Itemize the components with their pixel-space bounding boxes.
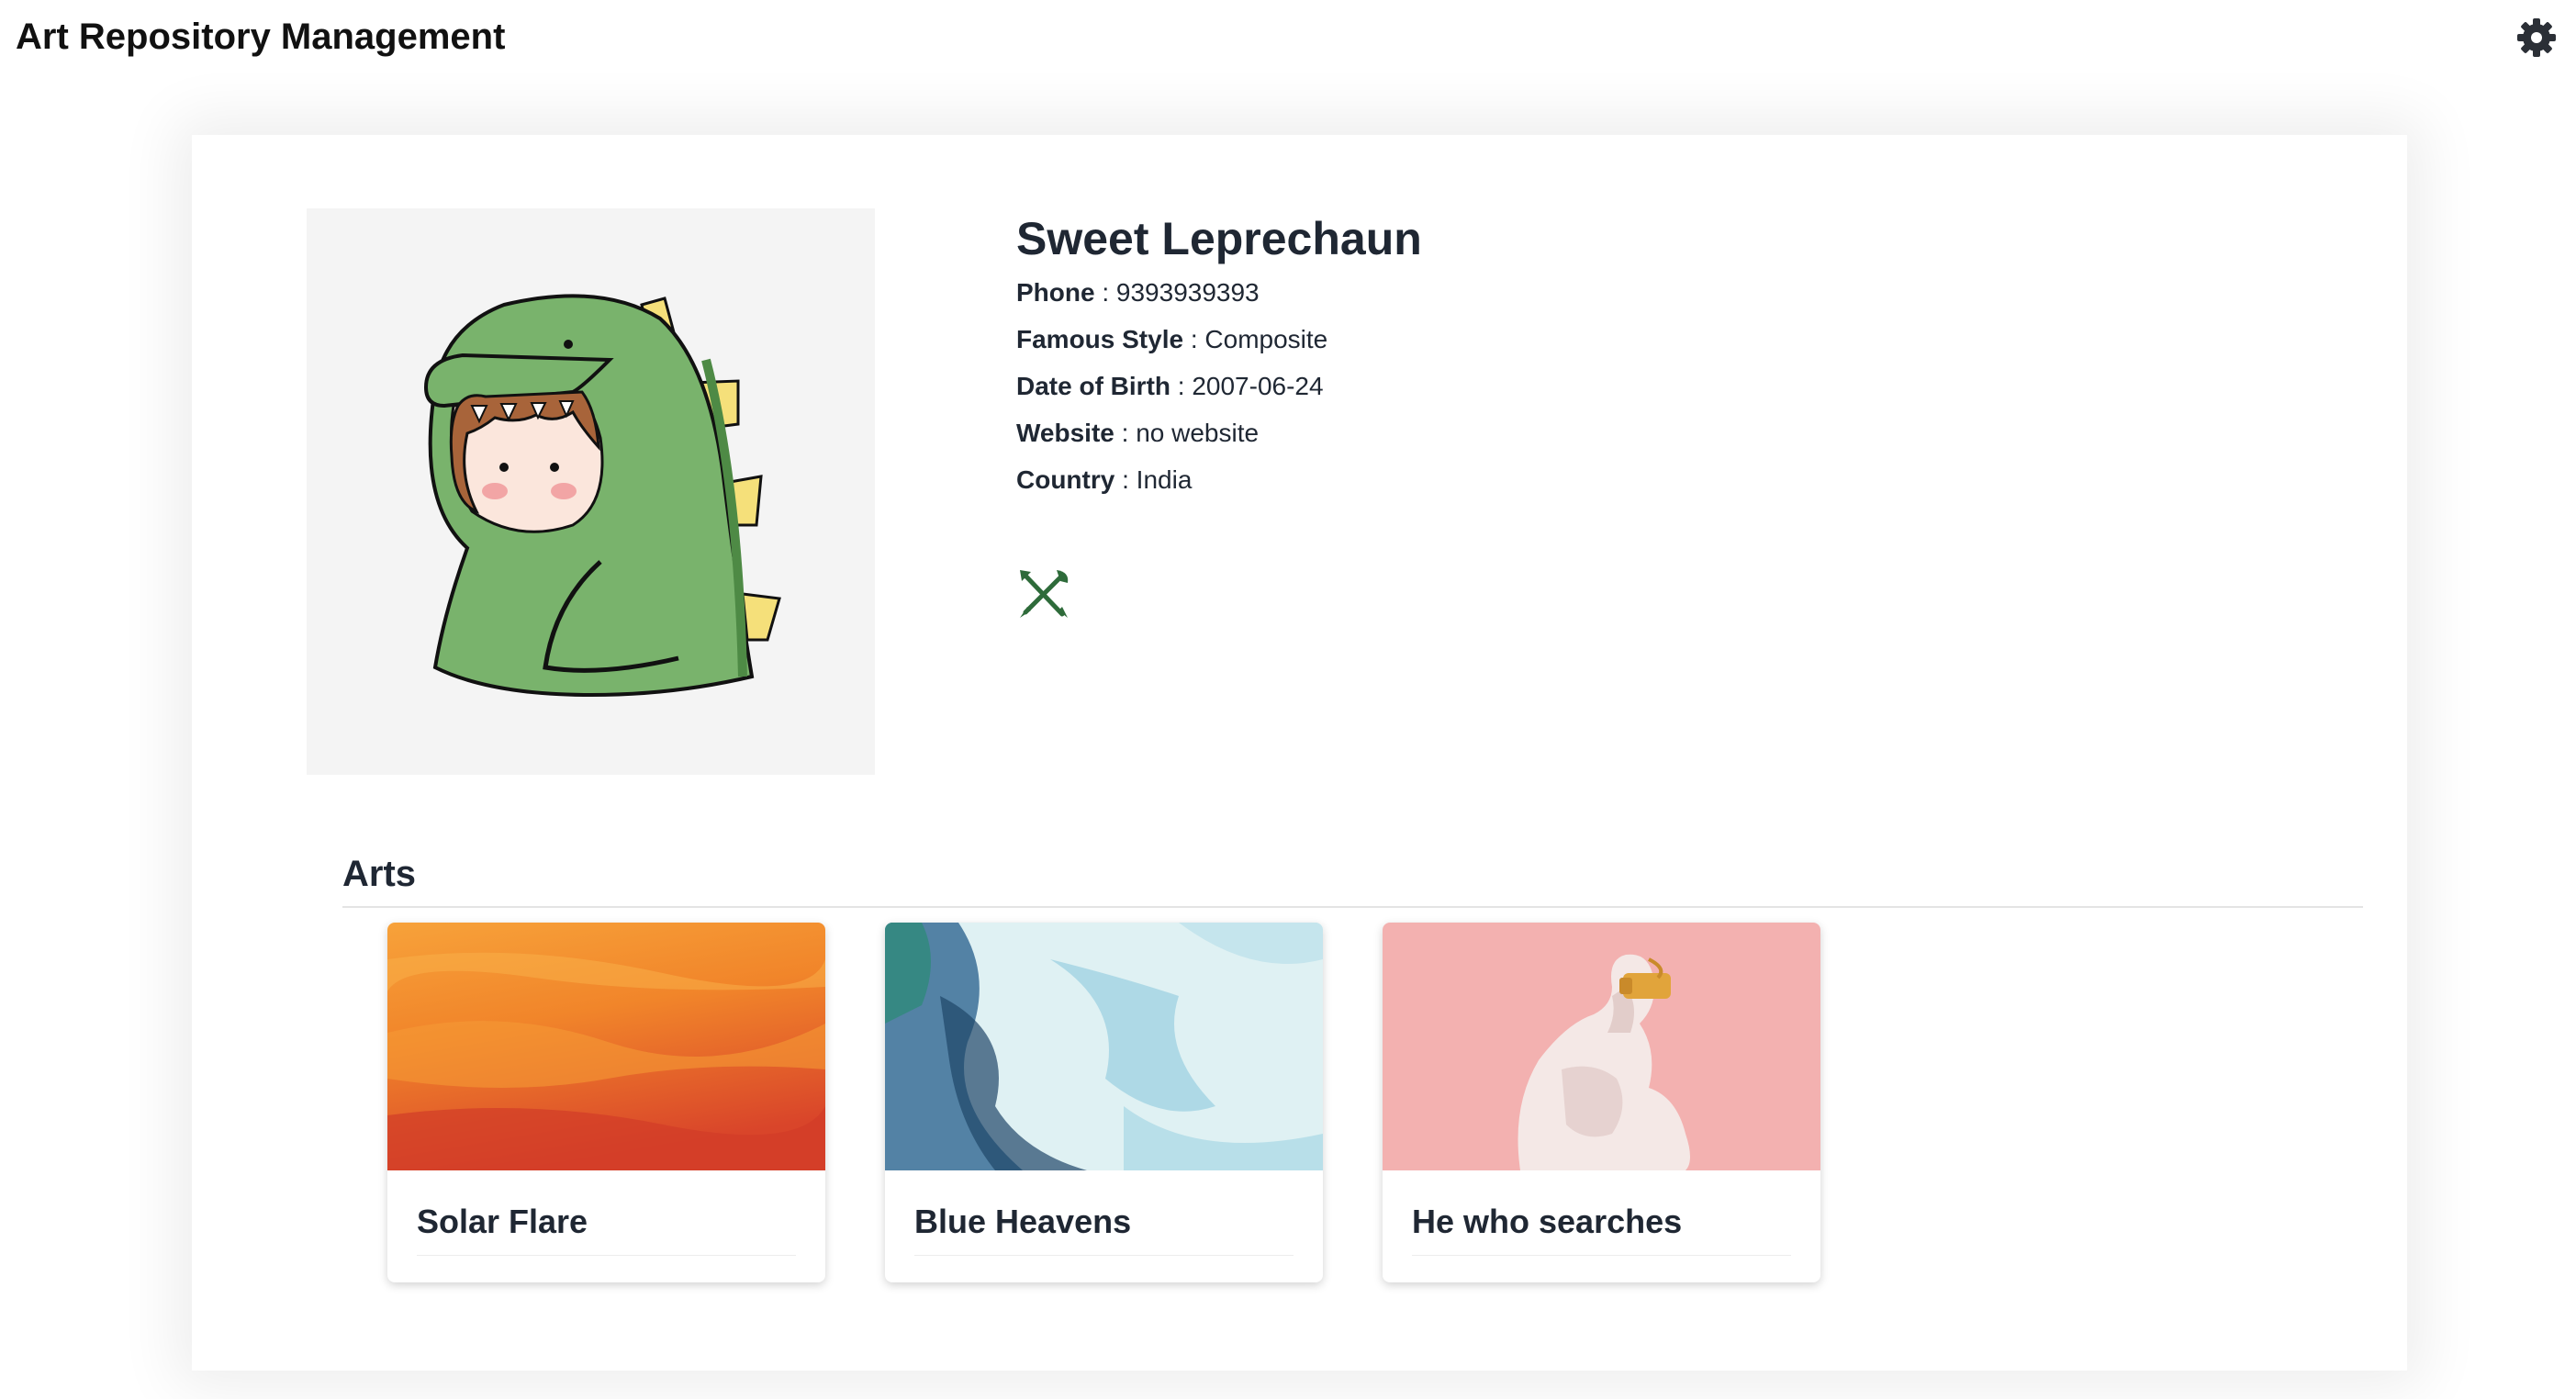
settings-button[interactable] bbox=[2515, 17, 2558, 59]
art-title: Solar Flare bbox=[417, 1203, 588, 1240]
blue-heavens-image bbox=[885, 923, 1323, 1170]
website-label: Website bbox=[1016, 419, 1114, 447]
art-card-blue-heavens[interactable]: Blue Heavens bbox=[885, 923, 1323, 1282]
phone-label: Phone bbox=[1016, 278, 1095, 307]
country-value: India bbox=[1136, 465, 1193, 494]
dinosaur-girl-illustration bbox=[423, 294, 781, 698]
country-label: Country bbox=[1016, 465, 1115, 494]
art-title-underline bbox=[1412, 1255, 1791, 1256]
solar-flare-image bbox=[387, 923, 825, 1170]
app-title: Art Repository Management bbox=[16, 17, 506, 57]
artist-name: Sweet Leprechaun bbox=[1016, 213, 1422, 264]
art-card-solar-flare[interactable]: Solar Flare bbox=[387, 923, 825, 1282]
art-title-underline bbox=[914, 1255, 1294, 1256]
he-who-searches-image bbox=[1383, 923, 1820, 1170]
art-title: He who searches bbox=[1412, 1203, 1683, 1240]
famous-style-row: Famous Style : Composite bbox=[1016, 325, 1328, 353]
arts-divider bbox=[342, 906, 2363, 908]
famous-style-value: Composite bbox=[1204, 325, 1328, 353]
artist-profile: Sweet Leprechaun Phone : 9393939393 Famo… bbox=[1016, 208, 1422, 618]
artist-card: Sweet Leprechaun Phone : 9393939393 Famo… bbox=[192, 135, 2407, 1371]
edit-artist-button[interactable] bbox=[1016, 566, 1071, 621]
phone-row: Phone : 9393939393 bbox=[1016, 278, 1260, 307]
arts-heading: Arts bbox=[342, 854, 417, 894]
art-title-underline bbox=[417, 1255, 796, 1256]
phone-value: 9393939393 bbox=[1115, 278, 1260, 307]
art-card-he-who-searches[interactable]: He who searches bbox=[1383, 923, 1820, 1282]
date-of-birth-label: Date of Birth bbox=[1016, 372, 1170, 400]
edit-pencil-brush-icon bbox=[1020, 570, 1069, 618]
artist-avatar bbox=[307, 208, 875, 775]
art-title: Blue Heavens bbox=[914, 1203, 1132, 1240]
gear-icon bbox=[2517, 18, 2556, 57]
famous-style-label: Famous Style bbox=[1016, 325, 1184, 353]
date-of-birth-value: 2007-06-24 bbox=[1192, 372, 1324, 400]
website-row: Website : no website bbox=[1016, 419, 1260, 447]
website-value: no website bbox=[1136, 419, 1260, 447]
country-row: Country : India bbox=[1016, 465, 1193, 494]
top-bar: Art Repository Management bbox=[0, 0, 2576, 73]
date-of-birth-row: Date of Birth : 2007-06-24 bbox=[1016, 372, 1324, 400]
